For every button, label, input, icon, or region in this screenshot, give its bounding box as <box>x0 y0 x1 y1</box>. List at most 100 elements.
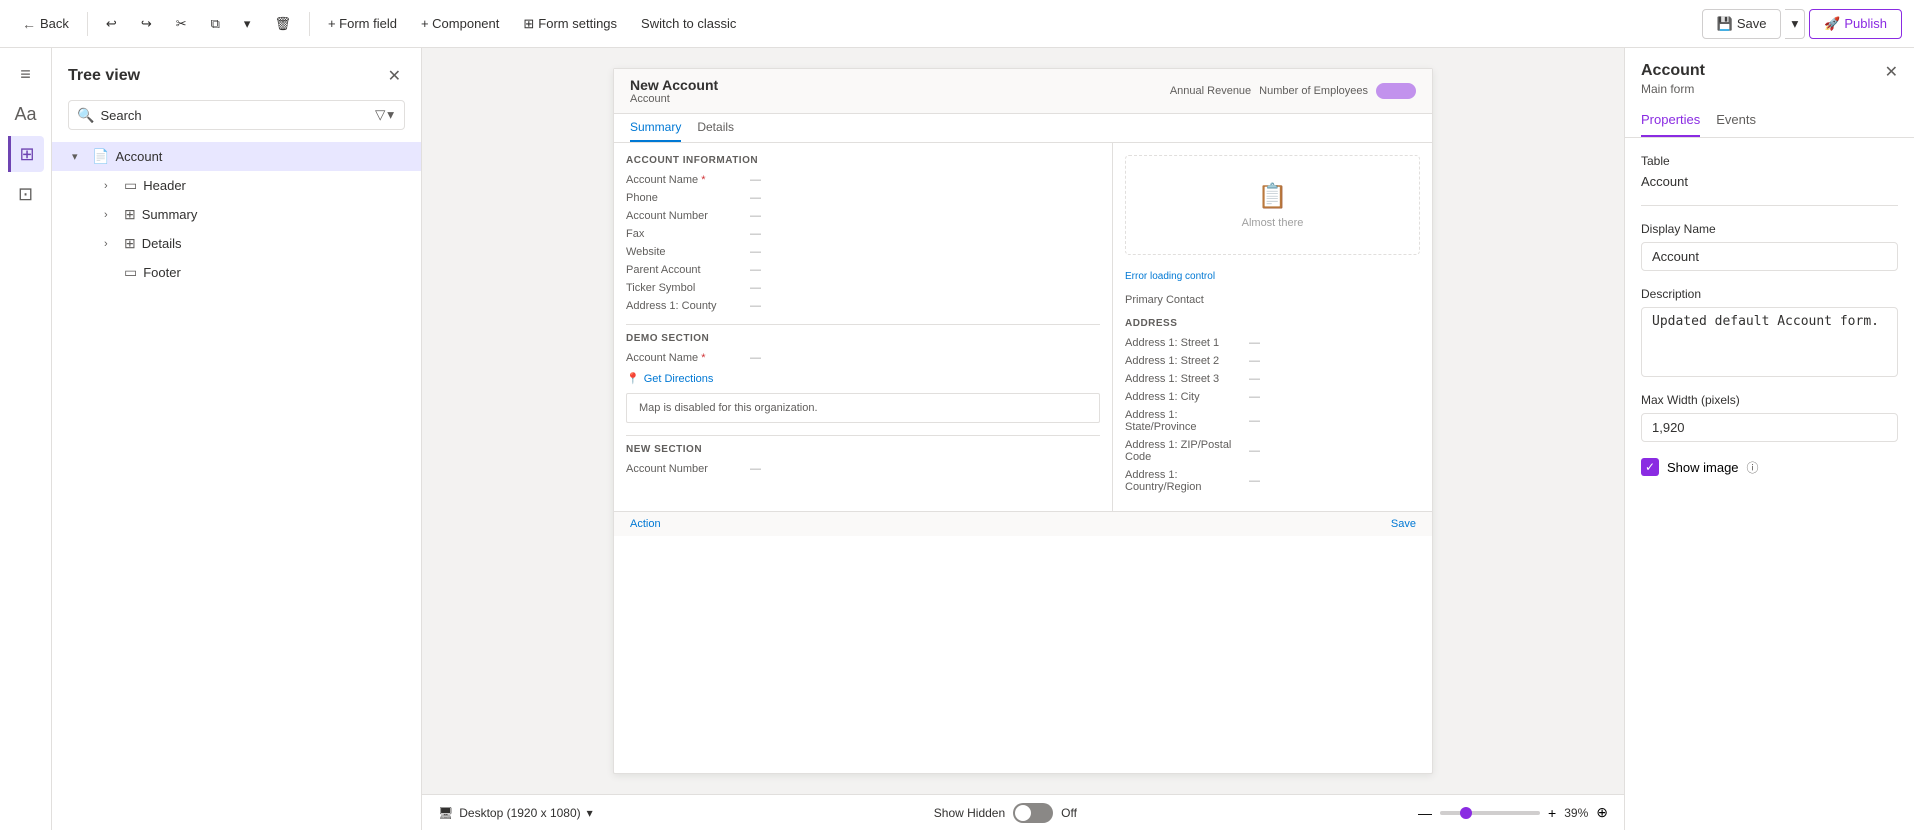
panel-body: Table Account Display Name Description U… <box>1625 138 1914 492</box>
expand-icon-header: › <box>104 180 118 192</box>
sidebar-close-button[interactable]: ✕ <box>384 62 405 90</box>
tree-item-account-label: Account <box>115 149 405 164</box>
zoom-slider[interactable] <box>1440 811 1540 815</box>
cut-button[interactable]: ✂ <box>166 12 197 36</box>
strip-text-button[interactable]: Aa <box>8 96 44 132</box>
switch-classic-button[interactable]: Switch to classic <box>631 12 746 35</box>
add-component-button[interactable]: + Component <box>411 12 509 35</box>
panel-tab-properties[interactable]: Properties <box>1641 104 1700 137</box>
primary-contact: Primary Contact <box>1125 294 1420 306</box>
annual-revenue-button[interactable]: Annual Revenue <box>1170 85 1251 97</box>
field-zip: Address 1: ZIP/Postal Code — <box>1125 439 1420 463</box>
show-image-label: Show image <box>1667 460 1739 475</box>
add-field-button[interactable]: + Form field <box>318 12 407 35</box>
tree-item-account[interactable]: ▾ 📄 Account <box>52 142 421 171</box>
zoom-percent: 39% <box>1564 806 1588 820</box>
prop-max-width-input[interactable] <box>1641 413 1898 442</box>
back-button[interactable]: ← Back <box>12 12 79 36</box>
form-save-button[interactable]: Save <box>1391 518 1416 530</box>
field-value-new-account-number: — <box>750 463 761 475</box>
form-settings-button[interactable]: ⊞ Form settings <box>513 12 627 36</box>
show-image-row: ✓ Show image ⓘ <box>1641 458 1898 476</box>
form-tab-summary[interactable]: Summary <box>630 114 681 142</box>
strip-layers-button[interactable]: ⊞ <box>8 136 44 172</box>
fit-to-screen-button[interactable]: ⊕ <box>1596 804 1608 821</box>
redo-button[interactable]: ↪ <box>131 12 162 36</box>
publish-button[interactable]: 🚀 Publish <box>1809 9 1902 39</box>
save-dropdown-button[interactable]: ▾ <box>1785 9 1805 39</box>
tree-item-summary-label: Summary <box>142 207 198 222</box>
demo-section: Demo Section Account Name * — <box>626 324 1100 364</box>
strip-menu-button[interactable]: ≡ <box>8 56 44 92</box>
panel-title: Account <box>1641 62 1705 80</box>
desktop-selector[interactable]: 🖥 Desktop (1920 x 1080) ▾ <box>438 806 593 820</box>
prop-description: Description Updated default Account form… <box>1641 287 1898 377</box>
map-disabled-text: Map is disabled for this organization. <box>639 402 818 414</box>
zoom-out-button[interactable]: — <box>1418 805 1432 821</box>
toolbar: ← Back ↩ ↪ ✂ ⧉ ▾ 🗑 + Form field + Compon… <box>0 0 1914 48</box>
show-image-checkbox[interactable]: ✓ <box>1641 458 1659 476</box>
field-new-account-number: Account Number — <box>626 463 1100 475</box>
paste-dropdown-button[interactable]: ▾ <box>234 12 261 36</box>
undo-button[interactable]: ↩ <box>96 12 127 36</box>
get-directions-link[interactable]: 📍 Get Directions <box>626 372 1100 385</box>
show-hidden-toggle[interactable] <box>1013 803 1053 823</box>
header-toggle[interactable] <box>1376 83 1416 99</box>
save-label: Save <box>1737 16 1767 31</box>
error-link[interactable]: Error loading control <box>1125 271 1215 282</box>
form-title-area: New Account Account <box>630 77 718 105</box>
form-action-button[interactable]: Action <box>630 518 661 530</box>
field-label-county: Address 1: County <box>626 300 746 312</box>
new-section-title: New Section <box>626 444 1100 455</box>
tree-item-details[interactable]: › ⊞ Details <box>52 229 421 258</box>
panel-close-button[interactable]: ✕ <box>1885 62 1898 82</box>
info-icon[interactable]: ⓘ <box>1747 459 1759 476</box>
tree-item-header[interactable]: › ▭ Header <box>52 171 421 200</box>
field-label-new-account-number: Account Number <box>626 463 746 475</box>
zoom-in-button[interactable]: + <box>1548 805 1556 821</box>
form-tab-details[interactable]: Details <box>697 114 734 142</box>
right-panel: Account Main form ✕ Properties Events Ta… <box>1624 48 1914 830</box>
toolbar-right: 💾 Save ▾ 🚀 Publish <box>1702 9 1902 39</box>
check-icon: ✓ <box>1645 460 1655 474</box>
prop-table: Table Account <box>1641 154 1898 189</box>
toggle-off-label: Off <box>1061 806 1077 820</box>
prop-display-name-input[interactable] <box>1641 242 1898 271</box>
canvas-content: New Account Account Annual Revenue Numbe… <box>422 48 1624 794</box>
field-value-website: — <box>750 246 761 258</box>
field-street1: Address 1: Street 1 — <box>1125 337 1420 349</box>
save-icon: 💾 <box>1717 16 1733 32</box>
field-ticker: Ticker Symbol — <box>626 282 1100 294</box>
prop-max-width-label: Max Width (pixels) <box>1641 393 1898 407</box>
paste-dropdown-icon: ▾ <box>244 16 251 32</box>
delete-button[interactable]: 🗑 <box>264 12 301 36</box>
map-section: 📍 Get Directions Map is disabled for thi… <box>626 372 1100 423</box>
strip-grid-button[interactable]: ⊡ <box>8 176 44 212</box>
tab-icon-details: ⊞ <box>124 235 136 252</box>
filter-button[interactable]: ▽ ▾ <box>373 105 396 125</box>
form-tabs: Summary Details <box>614 114 1432 143</box>
field-label-country: Address 1: Country/Region <box>1125 469 1245 493</box>
employees-button[interactable]: Number of Employees <box>1259 85 1368 97</box>
field-label-account-number: Account Number <box>626 210 746 222</box>
form-right-column: 📋 Almost there Error loading control Pri… <box>1112 143 1432 511</box>
tree-item-summary[interactable]: › ⊞ Summary <box>52 200 421 229</box>
field-label-street3: Address 1: Street 3 <box>1125 373 1245 385</box>
field-street2: Address 1: Street 2 — <box>1125 355 1420 367</box>
add-component-label: + Component <box>421 16 499 31</box>
toggle-thumb <box>1015 805 1031 821</box>
sidebar-title: Tree view <box>68 67 140 85</box>
panel-tab-events[interactable]: Events <box>1716 104 1756 137</box>
field-state: Address 1: State/Province — <box>1125 409 1420 433</box>
field-street3: Address 1: Street 3 — <box>1125 373 1420 385</box>
field-label-website: Website <box>626 246 746 258</box>
copy-button[interactable]: ⧉ <box>201 12 230 36</box>
search-input[interactable] <box>100 108 367 123</box>
save-button[interactable]: 💾 Save <box>1702 9 1782 39</box>
search-bar: 🔍 ▽ ▾ <box>68 100 405 130</box>
tree-item-footer[interactable]: ▭ Footer <box>52 258 421 287</box>
canvas-area: New Account Account Annual Revenue Numbe… <box>422 48 1624 830</box>
back-icon: ← <box>22 16 36 32</box>
delete-icon: 🗑 <box>274 16 291 32</box>
prop-description-textarea[interactable]: Updated default Account form. <box>1641 307 1898 377</box>
